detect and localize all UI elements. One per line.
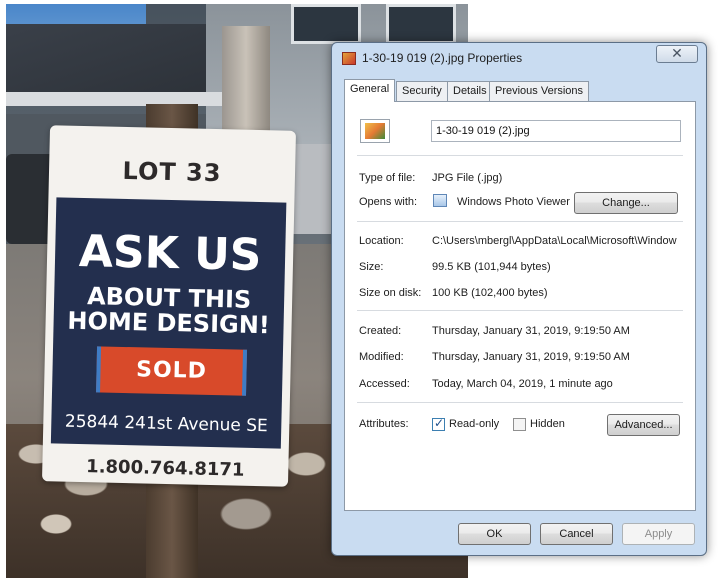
close-icon: ✕: [671, 45, 683, 61]
accessed-value: Today, March 04, 2019, 1 minute ago: [432, 378, 613, 390]
tab-details[interactable]: Details: [447, 81, 493, 101]
photo-viewer-icon: [433, 194, 447, 207]
sign-address: 25844 241st Avenue SE: [64, 411, 269, 437]
opens-with-label: Opens with:: [359, 196, 418, 208]
size-value: 99.5 KB (101,944 bytes): [432, 261, 551, 273]
image-file-icon: [360, 119, 390, 143]
attributes-label: Attributes:: [359, 418, 409, 430]
advanced-button[interactable]: Advanced...: [607, 414, 680, 436]
divider: [357, 155, 683, 156]
general-tab-panel: 1-30-19 019 (2).jpg Type of file: JPG Fi…: [344, 101, 696, 511]
sign-subheadline: ABOUT THIS HOME DESIGN!: [53, 282, 284, 340]
sign-panel: ASK US ABOUT THIS HOME DESIGN! SOLD 2584…: [50, 197, 287, 449]
sign-sold-badge: SOLD: [96, 346, 248, 396]
location-label: Location:: [359, 235, 404, 247]
opens-with-value: Windows Photo Viewer: [457, 196, 570, 208]
divider: [357, 402, 683, 403]
cancel-button[interactable]: Cancel: [540, 523, 613, 545]
modified-value: Thursday, January 31, 2019, 9:19:50 AM: [432, 351, 630, 363]
created-label: Created:: [359, 325, 402, 337]
readonly-checkbox[interactable]: [432, 416, 445, 431]
sign-headline: ASK US: [78, 225, 263, 282]
modified-label: Modified:: [359, 351, 404, 363]
properties-dialog: 1-30-19 019 (2).jpg Properties ✕ General…: [331, 42, 707, 556]
type-of-file-label: Type of file:: [359, 172, 416, 184]
tab-general[interactable]: General: [344, 79, 396, 102]
divider: [357, 310, 683, 311]
dialog-title: 1-30-19 019 (2).jpg Properties: [362, 51, 523, 65]
real-estate-sign: LOT 33 ASK US ABOUT THIS HOME DESIGN! SO…: [41, 125, 297, 487]
roof-fascia: [6, 92, 246, 106]
tab-previous-versions[interactable]: Previous Versions: [489, 81, 590, 101]
size-label: Size:: [359, 261, 384, 273]
accessed-label: Accessed:: [359, 378, 410, 390]
divider: [357, 221, 683, 222]
house-window: [291, 4, 361, 44]
size-on-disk-value: 100 KB (102,400 bytes): [432, 287, 548, 299]
sign-lot-number: LOT 33: [122, 156, 222, 188]
tab-security[interactable]: Security: [396, 81, 448, 101]
change-button[interactable]: Change...: [574, 192, 678, 214]
type-of-file-value: JPG File (.jpg): [432, 172, 503, 184]
size-on-disk-label: Size on disk:: [359, 287, 422, 299]
sign-subheadline-line2: HOME DESIGN!: [67, 306, 271, 340]
hidden-checkbox[interactable]: [513, 418, 526, 431]
close-button[interactable]: ✕: [656, 45, 698, 63]
readonly-label[interactable]: Read-only: [449, 418, 499, 430]
house-window: [386, 4, 456, 44]
hidden-label[interactable]: Hidden: [530, 418, 565, 430]
created-value: Thursday, January 31, 2019, 9:19:50 AM: [432, 325, 630, 337]
filename-field[interactable]: 1-30-19 019 (2).jpg: [431, 120, 681, 142]
ok-button[interactable]: OK: [458, 523, 531, 545]
image-file-icon: [342, 52, 356, 65]
location-value: C:\Users\mbergl\AppData\Local\Microsoft\…: [432, 235, 677, 247]
dialog-titlebar[interactable]: 1-30-19 019 (2).jpg Properties ✕: [332, 43, 706, 73]
apply-button[interactable]: Apply: [622, 523, 695, 545]
sign-phone: 1.800.764.8171: [85, 456, 245, 481]
